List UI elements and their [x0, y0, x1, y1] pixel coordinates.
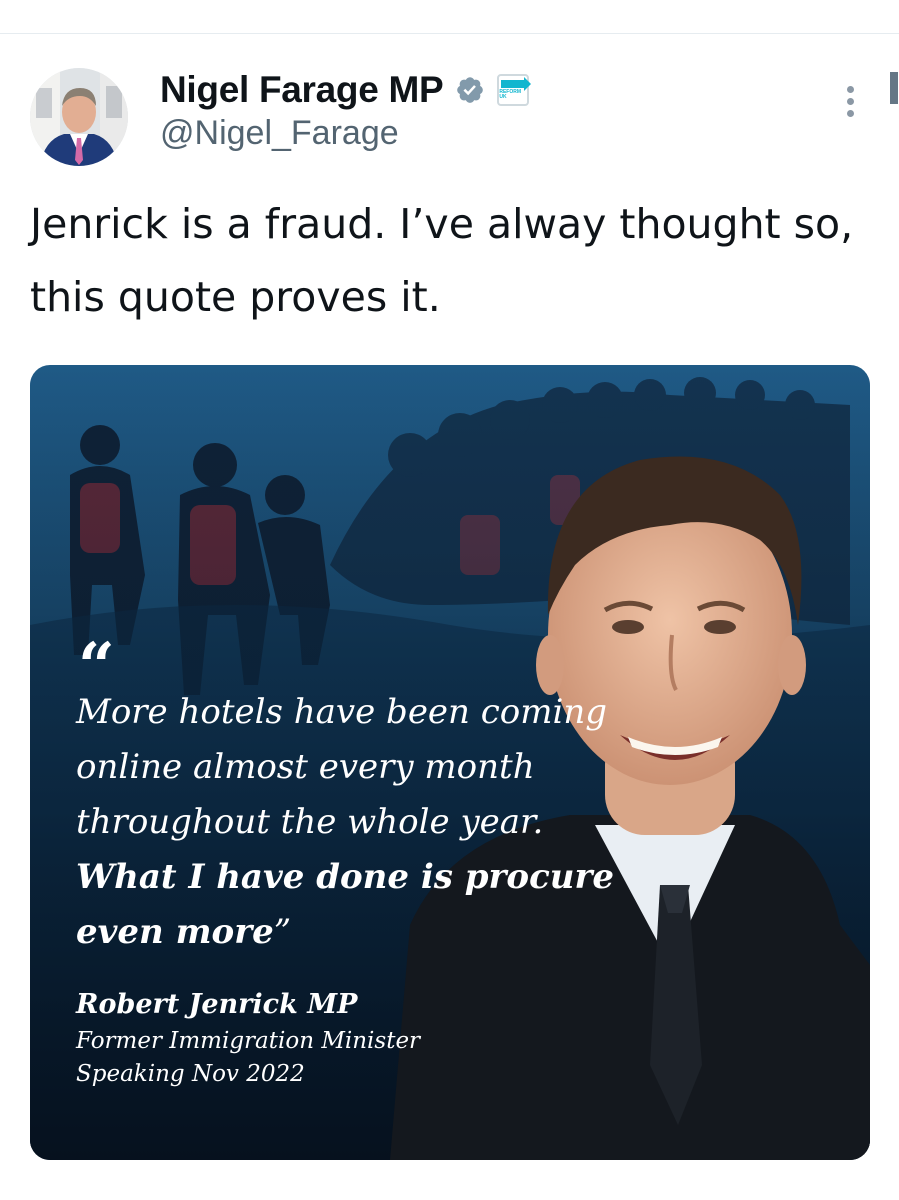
quote-speaker: Robert Jenrick MP: [76, 989, 358, 1020]
top-divider: [0, 33, 899, 34]
verified-badge-icon: [457, 77, 484, 103]
quote-speaker-role: Former Immigration Minister: [76, 1028, 421, 1054]
media-quote-text: More hotels have been coming online almo…: [76, 685, 616, 960]
author-handle[interactable]: @Nigel_Farage: [160, 114, 399, 153]
quote-attribution: Robert Jenrick MP Former Immigration Min…: [76, 985, 596, 1091]
tweet-text: Jenrick is a fraud. I’ve alway thought s…: [30, 200, 854, 321]
tweet-media-image[interactable]: “ More hotels have been coming online al…: [30, 365, 870, 1160]
quote-close-mark: ”: [273, 912, 292, 952]
reform-uk-affiliation-icon[interactable]: REFORM UK: [497, 74, 532, 106]
quote-bold-text: What I have done is procure even more: [76, 857, 615, 952]
quote-regular-text: More hotels have been coming online almo…: [76, 692, 608, 842]
author-avatar[interactable]: [30, 68, 128, 166]
author-display-name[interactable]: Nigel Farage MP: [160, 69, 444, 111]
quote-date: Speaking Nov 2022: [76, 1061, 305, 1087]
affiliation-text: REFORM UK: [499, 89, 522, 100]
more-options-icon[interactable]: [838, 86, 862, 126]
edge-bar: [890, 72, 898, 104]
author-name-row: Nigel Farage MP REFORM UK: [160, 66, 532, 114]
